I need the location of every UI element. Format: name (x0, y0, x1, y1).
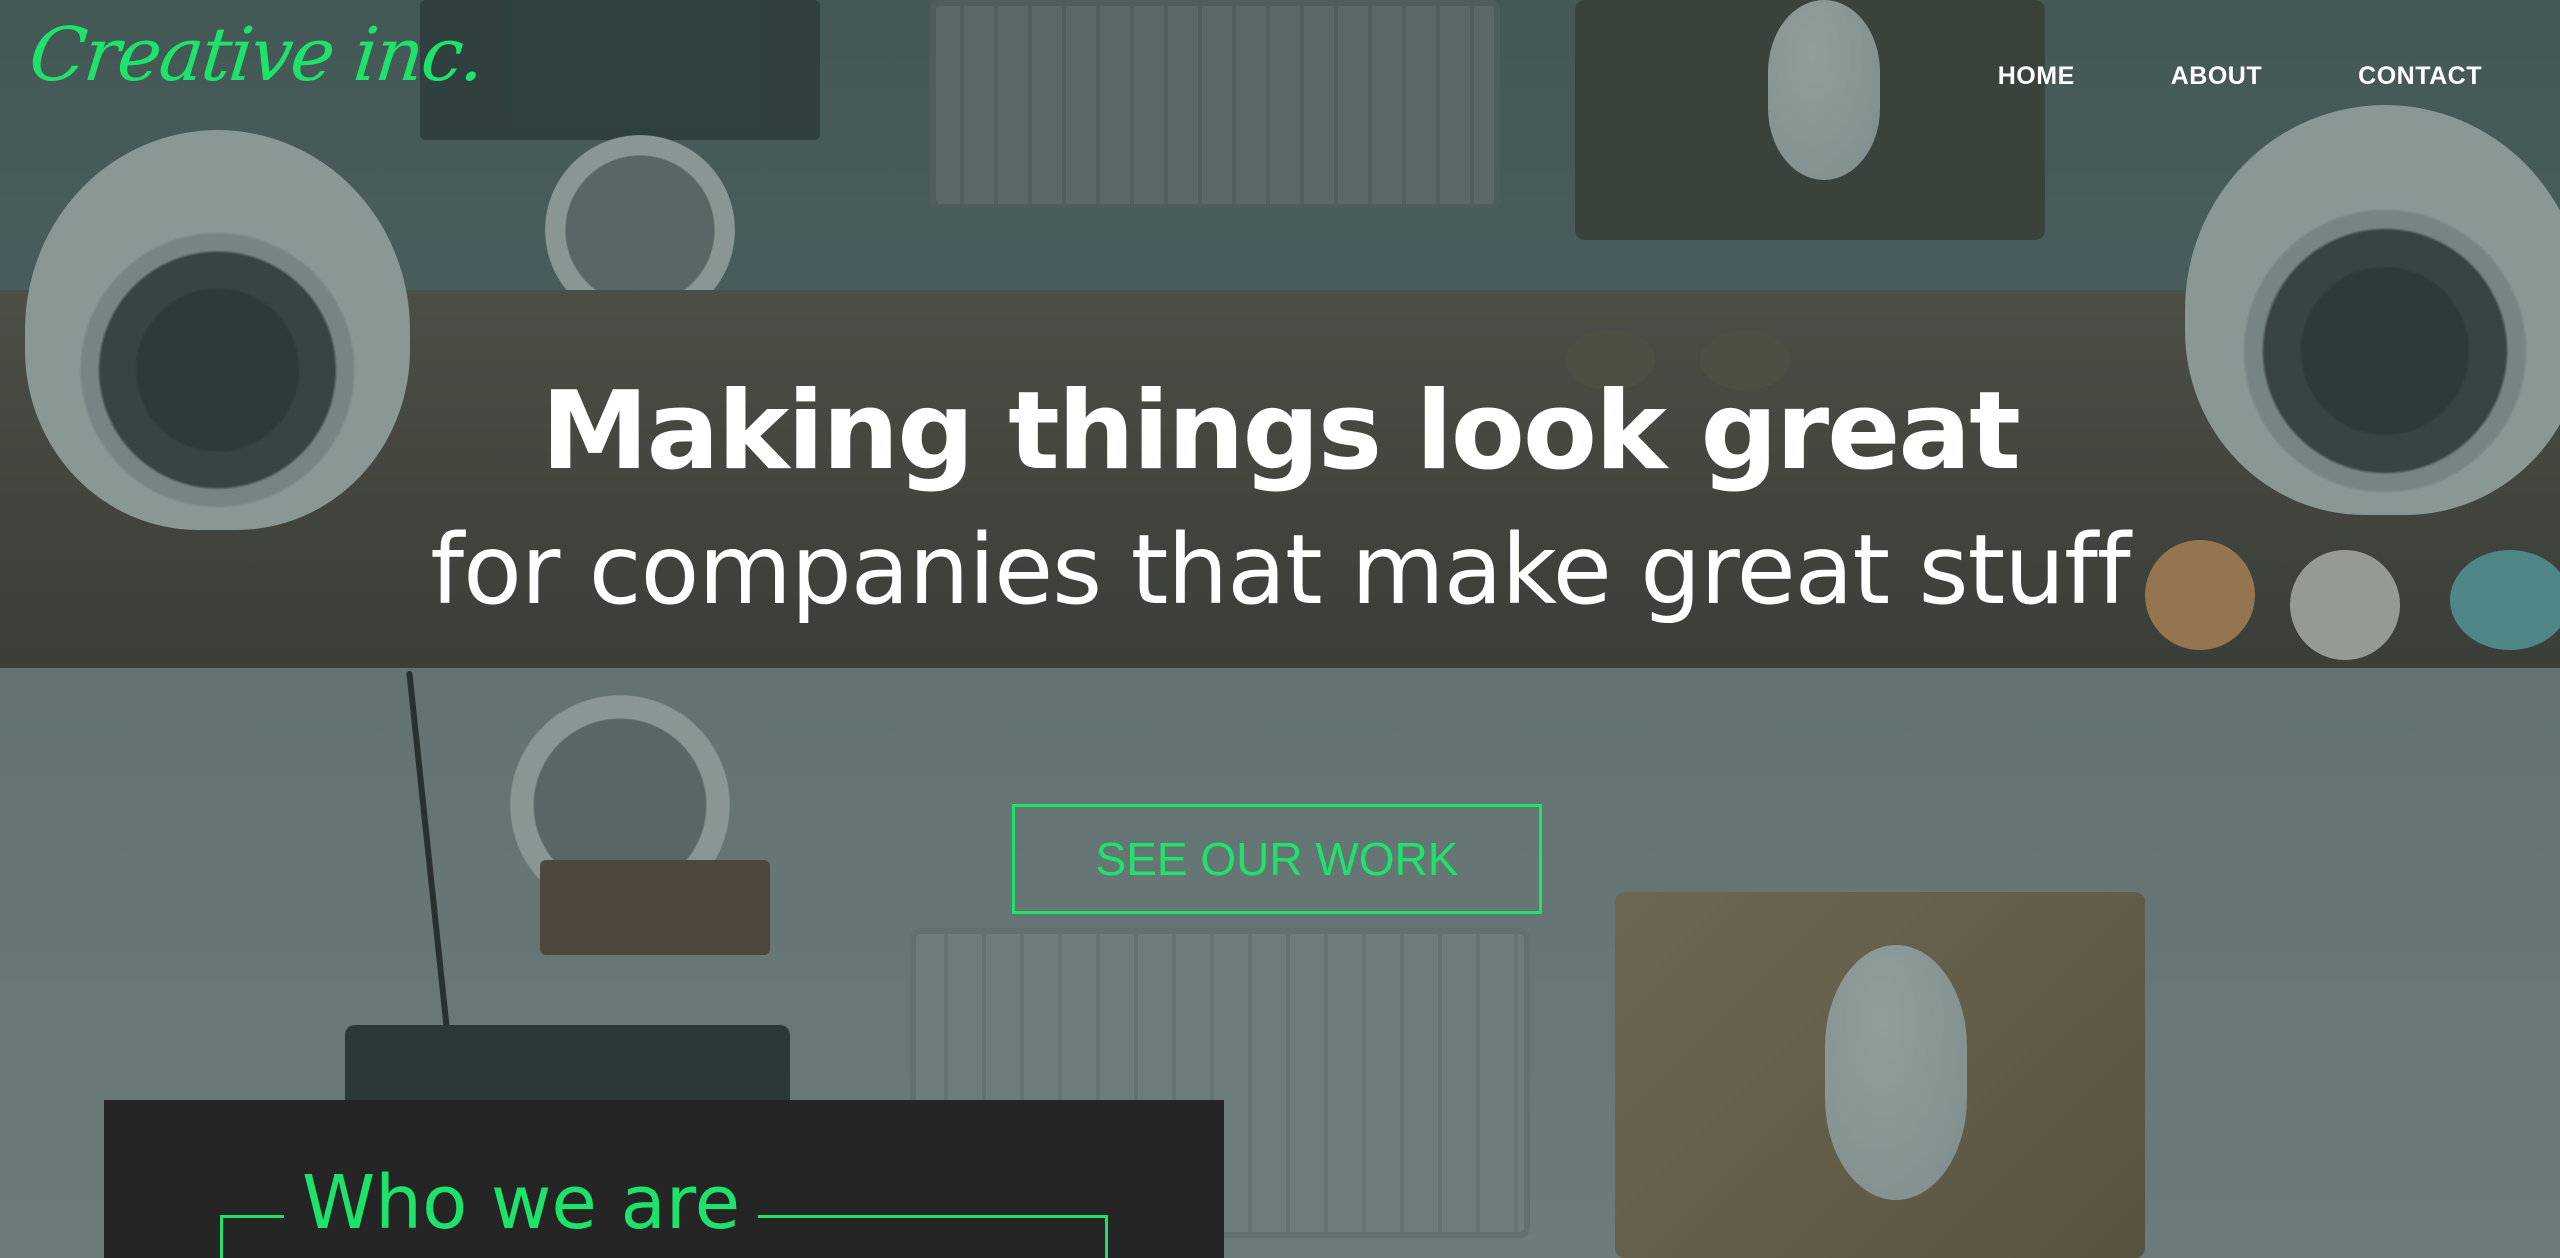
nav-item-about[interactable]: ABOUT (2171, 62, 2262, 91)
page: Creative inc. HOME ABOUT CONTACT Making … (0, 0, 2560, 1258)
brand-logo[interactable]: Creative inc. (25, 12, 487, 98)
nav-item-home[interactable]: HOME (1998, 62, 2075, 91)
hero-subtitle: for companies that make great stuff (430, 514, 2130, 626)
hero-title: Making things look great (541, 369, 2021, 494)
see-our-work-button[interactable]: SEE OUR WORK (1012, 804, 1542, 914)
hero-background-image (0, 0, 2560, 1258)
nav-item-contact[interactable]: CONTACT (2358, 62, 2482, 91)
about-panel-title: Who we are (284, 1166, 759, 1240)
main-nav: HOME ABOUT CONTACT (1998, 62, 2482, 91)
about-panel: Who we are (104, 1100, 1224, 1258)
background-tint-overlay (0, 0, 2560, 1258)
